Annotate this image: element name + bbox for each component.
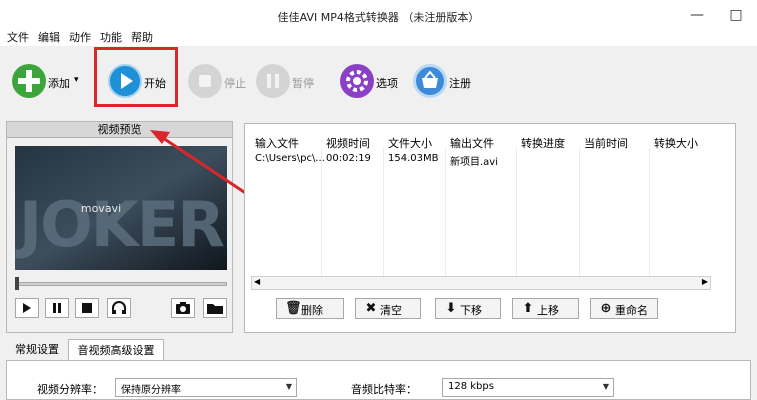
headphones-icon bbox=[112, 301, 126, 314]
delete-button[interactable]: 🗑 删除 bbox=[276, 298, 344, 319]
x-icon: ✖ bbox=[365, 301, 377, 316]
plus-icon bbox=[12, 64, 46, 98]
menu-bar: 文件 编辑 动作 功能 帮助 bbox=[0, 28, 757, 46]
column-header-output[interactable]: 输出文件 bbox=[450, 135, 494, 151]
watermark-text: movavi bbox=[81, 202, 121, 215]
seek-handle[interactable] bbox=[15, 277, 19, 290]
menu-action[interactable]: 动作 bbox=[69, 29, 91, 45]
options-label: 选项 bbox=[376, 77, 398, 90]
file-list-panel: 输入文件 视频时间 文件大小 输出文件 转换进度 当前时间 转换大小 C:\Us… bbox=[244, 123, 736, 333]
add-dropdown-icon[interactable]: ▾ bbox=[74, 75, 79, 85]
move-down-button[interactable]: ⬇ 下移 bbox=[435, 298, 501, 319]
menu-function[interactable]: 功能 bbox=[100, 29, 122, 45]
tab-av-advanced-settings[interactable]: 音视频高级设置 bbox=[68, 339, 164, 361]
cell-duration: 00:02:19 bbox=[326, 153, 371, 164]
add-button[interactable]: 添加 ▾ bbox=[12, 64, 87, 98]
camera-icon bbox=[176, 302, 190, 314]
basket-icon bbox=[413, 64, 447, 98]
rename-label: 重命名 bbox=[615, 304, 648, 317]
minimize-button[interactable]: — bbox=[688, 6, 706, 24]
chevron-down-icon: ▼ bbox=[602, 382, 609, 391]
stop-preview-button[interactable] bbox=[75, 298, 99, 318]
arrow-up-icon: ⬆ bbox=[522, 301, 534, 316]
column-divider bbox=[321, 148, 322, 276]
scroll-left-icon[interactable]: ◀ bbox=[254, 277, 260, 286]
stop-icon bbox=[188, 64, 222, 98]
video-resolution-select[interactable]: 保持原分辨率 ▼ bbox=[115, 378, 297, 397]
pause-icon bbox=[53, 303, 61, 313]
delete-label: 删除 bbox=[301, 304, 323, 317]
stop-button[interactable]: 停止 bbox=[188, 64, 246, 98]
pause-icon bbox=[256, 64, 290, 98]
register-label: 注册 bbox=[449, 77, 471, 90]
scroll-right-icon[interactable]: ▶ bbox=[702, 277, 708, 286]
options-button[interactable]: 选项 bbox=[340, 64, 402, 98]
column-divider bbox=[383, 148, 384, 276]
column-header-duration[interactable]: 视频时间 bbox=[326, 135, 370, 151]
video-resolution-label: 视频分辨率： bbox=[37, 383, 103, 396]
settings-panel: 常规设置 音视频高级设置 视频分辨率： 保持原分辨率 ▼ 音频比特率： 128 … bbox=[6, 339, 751, 400]
column-header-converted-size[interactable]: 转换大小 bbox=[654, 135, 698, 151]
video-resolution-value: 保持原分辨率 bbox=[121, 385, 181, 396]
clear-button[interactable]: ✖ 清空 bbox=[355, 298, 421, 319]
register-button[interactable]: 注册 bbox=[413, 64, 475, 98]
add-label: 添加 bbox=[48, 77, 70, 90]
menu-edit[interactable]: 编辑 bbox=[38, 29, 60, 45]
pause-preview-button[interactable] bbox=[45, 298, 69, 318]
rename-icon: ⊕ bbox=[600, 301, 612, 316]
cell-size: 154.03MB bbox=[388, 153, 439, 164]
move-up-label: 上移 bbox=[537, 304, 559, 317]
audio-bitrate-select[interactable]: 128 kbps ▼ bbox=[442, 378, 614, 397]
cell-input-file: C:\Users\pc\... bbox=[255, 153, 325, 164]
rename-button[interactable]: ⊕ 重命名 bbox=[590, 298, 658, 319]
menu-file[interactable]: 文件 bbox=[7, 29, 29, 45]
column-divider bbox=[445, 148, 446, 276]
move-down-label: 下移 bbox=[460, 304, 482, 317]
chevron-down-icon: ▼ bbox=[285, 382, 292, 391]
column-divider bbox=[579, 148, 580, 276]
cell-output-file: 新项目.avi bbox=[450, 157, 499, 168]
stop-icon bbox=[82, 303, 92, 313]
window-title: 佳佳AVI MP4格式转换器 （未注册版本） bbox=[277, 11, 480, 24]
open-folder-button[interactable] bbox=[203, 298, 227, 318]
arrow-down-icon: ⬇ bbox=[445, 301, 457, 316]
pause-button[interactable]: 暂停 bbox=[256, 64, 316, 98]
audio-bitrate-label: 音频比特率： bbox=[351, 383, 417, 396]
play-icon bbox=[23, 303, 31, 313]
column-header-current-time[interactable]: 当前时间 bbox=[584, 135, 628, 151]
column-divider bbox=[516, 148, 517, 276]
horizontal-scrollbar[interactable]: ◀ ▶ bbox=[251, 276, 711, 290]
restore-button[interactable]: □ bbox=[727, 6, 745, 24]
tab-general-settings[interactable]: 常规设置 bbox=[8, 339, 66, 361]
title-bar: 佳佳AVI MP4格式转换器 （未注册版本） — □ ✕ bbox=[0, 0, 757, 30]
trash-icon: 🗑 bbox=[285, 301, 302, 316]
seek-bar[interactable] bbox=[15, 282, 227, 286]
clear-label: 清空 bbox=[380, 304, 402, 317]
play-preview-button[interactable] bbox=[15, 298, 39, 318]
column-divider bbox=[649, 148, 650, 276]
audio-bitrate-value: 128 kbps bbox=[448, 381, 494, 392]
folder-icon bbox=[207, 304, 223, 314]
column-header-size[interactable]: 文件大小 bbox=[388, 135, 432, 151]
snapshot-button[interactable] bbox=[171, 298, 195, 318]
start-highlight-box bbox=[94, 47, 178, 107]
move-up-button[interactable]: ⬆ 上移 bbox=[512, 298, 579, 319]
pause-label: 暂停 bbox=[292, 77, 314, 90]
settings-tab-content: 视频分辨率： 保持原分辨率 ▼ 音频比特率： 128 kbps ▼ bbox=[6, 360, 751, 400]
stop-label: 停止 bbox=[224, 77, 246, 90]
column-header-progress[interactable]: 转换进度 bbox=[521, 135, 565, 151]
column-header-input[interactable]: 输入文件 bbox=[255, 135, 299, 151]
gear-icon bbox=[340, 64, 374, 98]
audio-preview-button[interactable] bbox=[107, 298, 131, 318]
menu-help[interactable]: 帮助 bbox=[131, 29, 153, 45]
